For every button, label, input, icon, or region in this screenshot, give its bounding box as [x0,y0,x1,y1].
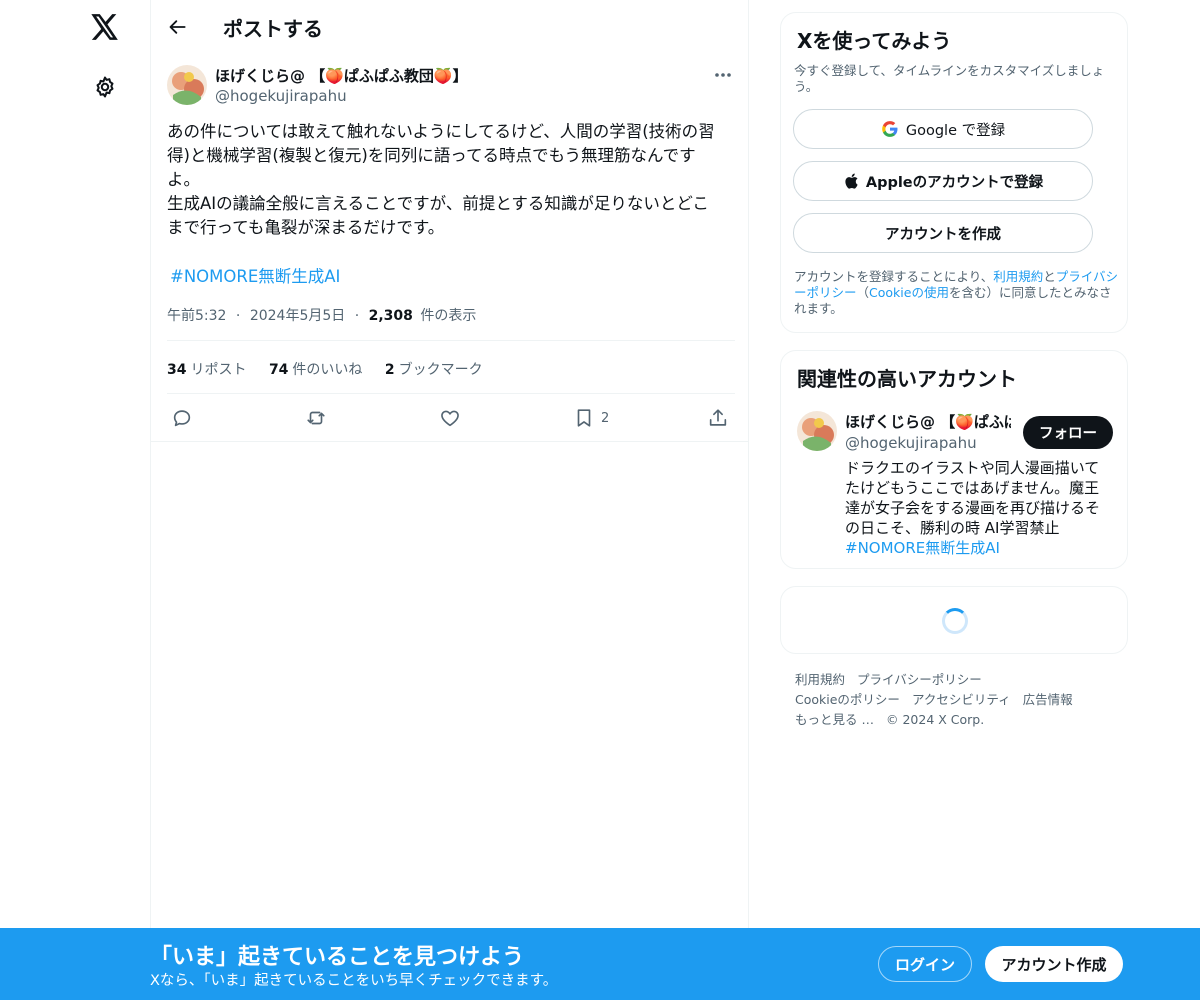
legal-text: と [1043,269,1056,284]
reposts-stat[interactable]: 34 リポスト [167,362,246,378]
divider [151,441,749,442]
repost-icon[interactable] [305,406,327,430]
post-stats: 34 リポスト 74 件のいいね 2 ブックマーク [167,359,501,379]
legal-text: アカウントを登録することにより、 [794,269,994,284]
main-column: ポストする ほげくじら@ 【🍑ぱふぱふ教団🍑】 @hogekujirapahu … [150,0,749,1000]
meta-separator: · [235,308,241,324]
reposts-count: 34 [167,362,187,378]
meta-separator: · [354,308,360,324]
reposts-label: リポスト [190,362,247,378]
post-hashtag[interactable]: #NOMORE無断生成AI [170,263,340,287]
footer-links: 利用規約 プライバシーポリシー Cookieのポリシー アクセシビリティ 広告情報 も… [795,670,1125,730]
apple-icon [845,173,858,189]
likes-label: 件のいいね [292,362,363,378]
gear-icon[interactable] [91,73,119,101]
post-time[interactable]: 午前5:32 [167,308,226,324]
apple-signup-label: Appleのアカウントで登録 [865,174,1044,191]
post-text: あの件については敢えて触れないようにしてるけど、人間の学習(技術の習 得)と機械… [167,122,715,237]
bookmarks-count: 2 [384,362,395,378]
loading-spinner-icon [942,608,968,634]
copyright: © 2024 X Corp. [885,712,985,727]
footer-more-link[interactable]: もっと見る … [795,712,874,727]
related-account-handle[interactable]: @hogekujirapahu [845,434,977,452]
footer-terms-link[interactable]: 利用規約 [795,672,845,687]
likes-count: 74 [268,362,289,378]
bookmark-icon[interactable]: 2 [573,406,609,430]
loading-card [780,586,1128,654]
signup-button[interactable]: アカウント作成 [985,946,1123,982]
create-account-button[interactable]: アカウントを作成 [793,213,1093,253]
related-accounts-card: 関連性の高いアカウント ほげくじら@ 【🍑ぱふぱふ教団🍑】 @hogekujir… [780,350,1128,569]
google-signup-label: Google で登録 [905,122,1006,139]
login-button[interactable]: ログイン [878,946,972,982]
avatar[interactable] [167,65,207,105]
bio-hashtag[interactable]: #NOMORE無断生成AI [845,539,1000,557]
footer-cookie-link[interactable]: Cookieのポリシー [795,692,900,707]
share-icon[interactable] [707,406,729,430]
page-title: ポストする [223,17,323,41]
post-meta: 午前5:32 · 2024年5月5日 · 2,308 件の表示 [167,305,476,325]
cookie-link[interactable]: Cookieの使用 [869,285,949,300]
signup-card-title: Xを使ってみよう [797,29,952,53]
author-handle[interactable]: @hogekujirapahu [215,87,347,105]
like-icon[interactable] [439,406,461,430]
google-icon [882,121,898,137]
post-actions: 2 [151,404,749,432]
avatar[interactable] [797,411,837,451]
likes-stat[interactable]: 74 件のいいね [269,362,362,378]
divider [167,340,735,341]
bookmarks-label: ブックマーク [398,362,483,378]
bookmarks-stat[interactable]: 2 ブックマーク [385,362,483,378]
views-count: 2,308 [368,308,413,324]
divider [167,393,735,394]
reply-icon[interactable] [171,406,193,430]
create-account-label: アカウントを作成 [885,226,1001,243]
bio-text: ドラクエのイラストや同人漫画描いてたけどもうここではあげません。魔王達が女子会を… [845,459,1101,537]
back-arrow-icon[interactable] [163,12,193,42]
banner-title: 「いま」起きていることを見つけよう [150,945,525,970]
related-account-name[interactable]: ほげくじら@ 【🍑ぱふぱふ教団🍑】 [845,411,1011,432]
bottom-banner: 「いま」起きていることを見つけよう Xなら、「いま」起きていることをいち早くチェ… [0,928,1200,1000]
signup-card: Xを使ってみよう 今すぐ登録して、タイムラインをカスタマイズしましょう。 Goo… [780,12,1128,333]
related-account-bio: ドラクエのイラストや同人漫画描いてたけどもうここではあげません。魔王達が女子会を… [845,458,1113,558]
bookmark-count: 2 [601,410,610,426]
footer-accessibility-link[interactable]: アクセシビリティ [912,692,1011,707]
post-date[interactable]: 2024年5月5日 [250,308,345,324]
apple-signup-button[interactable]: Appleのアカウントで登録 [793,161,1093,201]
related-card-title: 関連性の高いアカウント [797,367,1017,391]
footer-privacy-link[interactable]: プライバシーポリシー [857,672,982,687]
legal-notice: アカウントを登録することにより、利用規約とプライバシーポリシー（Cookieの使… [794,269,1119,317]
more-options-icon[interactable] [709,64,737,86]
signup-subtitle: 今すぐ登録して、タイムラインをカスタマイズしましょう。 [794,63,1105,94]
views-label: 件の表示 [420,308,477,324]
page-header: ポストする [151,0,749,54]
left-nav [0,0,150,1000]
terms-link[interactable]: 利用規約 [993,269,1043,284]
follow-button[interactable]: フォロー [1023,416,1113,449]
google-signup-button[interactable]: Google で登録 [793,109,1093,149]
legal-text: （ [856,285,870,300]
footer-ads-link[interactable]: 広告情報 [1023,692,1073,707]
banner-subtitle: Xなら、「いま」起きていることをいち早くチェックできます。 [150,973,558,989]
x-logo-icon[interactable] [88,10,122,44]
author-name[interactable]: ほげくじら@ 【🍑ぱふぱふ教団🍑】 [215,65,468,86]
